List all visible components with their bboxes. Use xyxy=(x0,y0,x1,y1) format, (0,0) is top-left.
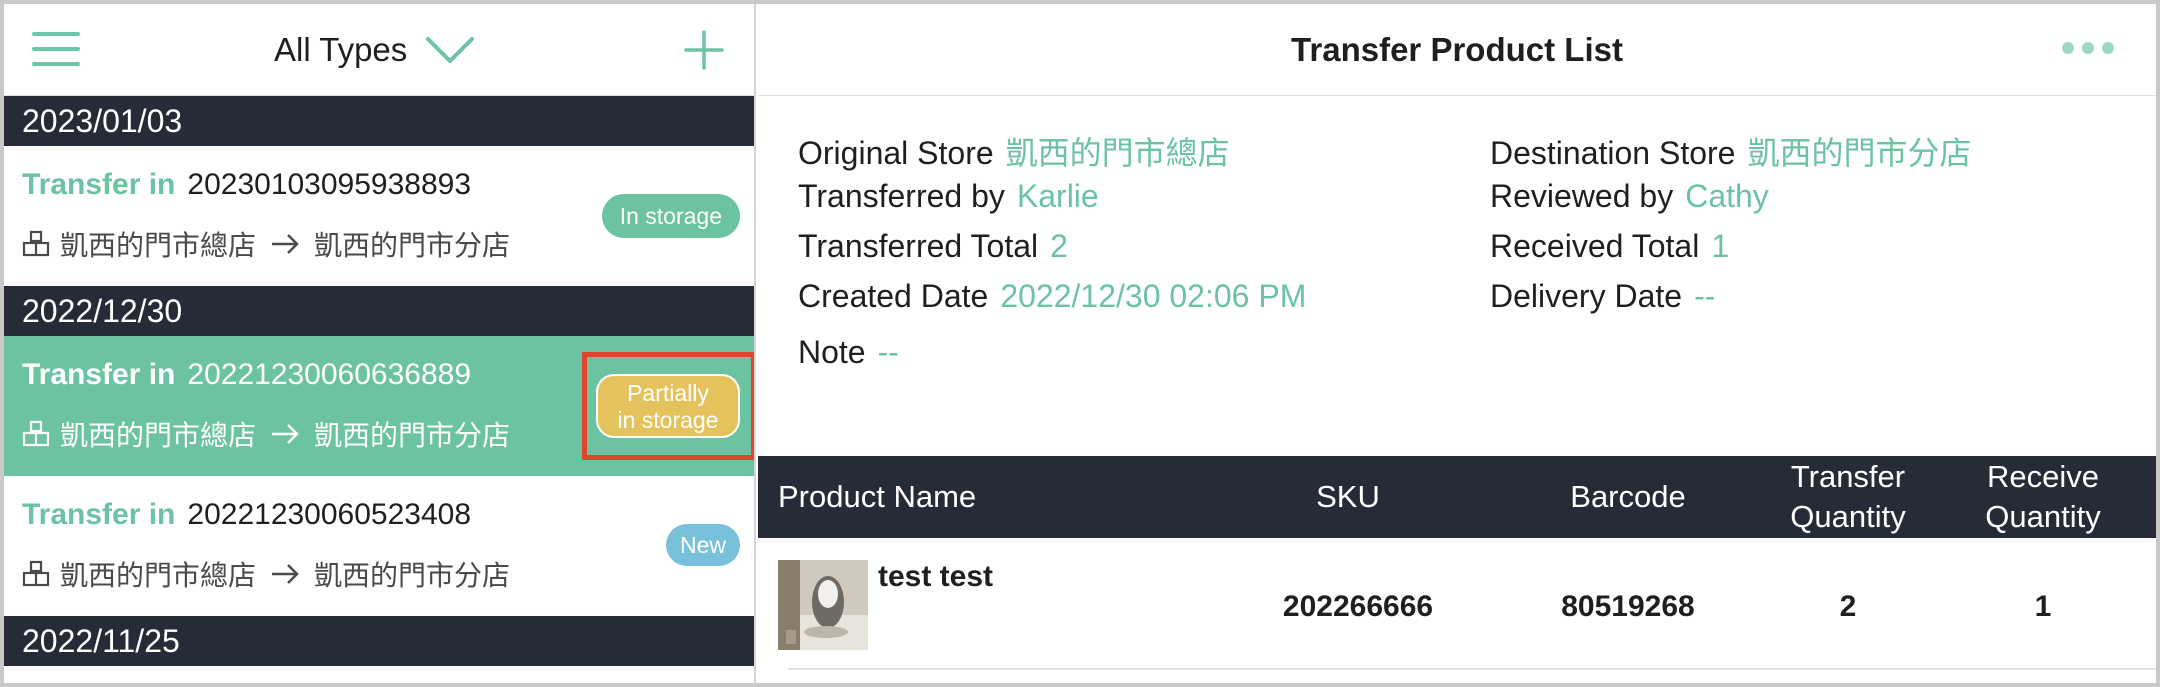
row-divider xyxy=(788,668,2156,670)
product-photo-icon xyxy=(778,560,868,650)
note-field: Note -- xyxy=(798,334,899,371)
product-name: test test xyxy=(878,560,994,593)
transfer-type: Transfer in xyxy=(22,358,176,391)
column-transfer-quantity-line1: Transfer xyxy=(1790,459,1906,494)
item-title: Transfer in 20221230060523408 xyxy=(22,498,471,532)
transferred-total-field: Transferred Total 2 xyxy=(798,228,1068,265)
reviewed-by-field: Reviewed by Cathy xyxy=(1490,178,1769,215)
detail-header: Transfer Product List xyxy=(758,4,2156,96)
date-group-header: 2023/01/03 xyxy=(4,96,754,146)
item-title: Transfer in 20230103095938893 xyxy=(22,168,471,202)
arrow-right-icon xyxy=(272,234,299,254)
transfer-quantity: 2 xyxy=(1839,590,1857,623)
product-table-header: Product Name SKU Barcode Transfer Quantit… xyxy=(758,456,2156,538)
destination-store-label: Destination Store xyxy=(1490,135,1736,171)
column-product-name: Product Name xyxy=(778,479,977,514)
transfer-type: Transfer in xyxy=(22,498,176,531)
product-sku: 202266666 xyxy=(1282,590,1434,623)
destination-store-value: 凱西的門市分店 xyxy=(1747,135,1972,171)
reviewed-by-value: Cathy xyxy=(1685,178,1769,214)
item-route: 凱西的門市總店 凱西的門市分店 xyxy=(22,554,510,594)
store-icon xyxy=(22,230,50,257)
to-store: 凱西的門市分店 xyxy=(314,230,511,261)
note-label: Note xyxy=(798,334,866,370)
date-group-header: 2022/11/25 xyxy=(4,616,754,666)
transferred-by-value: Karlie xyxy=(1016,178,1099,214)
received-total-value: 1 xyxy=(1711,228,1730,264)
receive-quantity: 1 xyxy=(2034,590,2052,623)
table-row[interactable]: test test 202266666 80519268 2 1 xyxy=(758,538,2156,668)
plus-icon[interactable] xyxy=(684,30,724,70)
column-receive-quantity-line2: Quantity xyxy=(1985,499,2101,534)
transfer-list-item[interactable]: Transfer in 20230103095938893 凱西的門市總店 凱西的… xyxy=(4,146,754,286)
item-route: 凱西的門市總店 凱西的門市分店 xyxy=(22,224,510,264)
received-total-label: Received Total xyxy=(1490,228,1700,264)
type-filter-label: All Types xyxy=(274,31,408,68)
product-thumbnail xyxy=(778,560,868,650)
transfer-type: Transfer in xyxy=(22,168,176,201)
created-date-field: Created Date 2022/12/30 02:06 PM xyxy=(798,278,1306,315)
transferred-by-field: Transferred by Karlie xyxy=(798,178,1099,215)
reviewed-by-label: Reviewed by xyxy=(1490,178,1674,214)
item-route: 凱西的門市總店 凱西的門市分店 xyxy=(22,414,510,454)
column-receive-quantity-line1: Receive xyxy=(1986,459,2099,494)
hamburger-menu-icon[interactable] xyxy=(32,32,80,66)
to-store: 凱西的門市分店 xyxy=(314,560,511,591)
transfer-list-item-selected[interactable]: Transfer in 20221230060636889 凱西的門市總店 凱西的… xyxy=(4,336,754,476)
from-store: 凱西的門市總店 xyxy=(60,560,257,591)
page-title: Transfer Product List xyxy=(1291,31,1623,68)
list-header: All Types xyxy=(4,4,754,96)
from-store: 凱西的門市總店 xyxy=(60,230,257,261)
type-filter-dropdown[interactable]: All Types xyxy=(274,24,475,76)
transfer-list-item[interactable]: Transfer in 20221230060523408 凱西的門市總店 凱西的… xyxy=(4,476,754,616)
column-transfer-quantity-line2: Quantity xyxy=(1790,499,1906,534)
received-total-field: Received Total 1 xyxy=(1490,228,1729,265)
destination-store-field: Destination Store 凱西的門市分店 xyxy=(1490,128,1971,174)
transfer-id: 20221230060523408 xyxy=(187,498,472,531)
delivery-date-value: -- xyxy=(1694,278,1716,314)
transfer-list-panel: All Types 2023/01/03 Transfer in 20230103… xyxy=(4,4,756,683)
note-value: -- xyxy=(877,334,899,370)
original-store-label: Original Store xyxy=(798,135,994,171)
product-barcode: 80519268 xyxy=(1561,590,1695,623)
transfer-id: 20221230060636889 xyxy=(187,358,472,391)
original-store-value: 凱西的門市總店 xyxy=(1005,135,1230,171)
status-badge: New xyxy=(665,524,740,566)
transferred-total-label: Transferred Total xyxy=(798,228,1039,264)
status-badge: In storage xyxy=(601,194,740,238)
transfer-id: 20230103095938893 xyxy=(187,168,472,201)
delivery-date-label: Delivery Date xyxy=(1490,278,1683,314)
arrow-right-icon xyxy=(272,424,299,444)
transfer-detail-panel: Transfer Product List Original Store 凱西的門… xyxy=(758,4,2156,683)
more-icon[interactable] xyxy=(2062,42,2114,56)
original-store-field: Original Store 凱西的門市總店 xyxy=(798,128,1230,174)
to-store: 凱西的門市分店 xyxy=(314,420,511,451)
date-group-header: 2022/12/30 xyxy=(4,286,754,336)
column-receive-quantity: Receive Quantity xyxy=(1953,456,2133,538)
created-date-label: Created Date xyxy=(798,278,989,314)
transferred-by-label: Transferred by xyxy=(798,178,1005,214)
column-transfer-quantity: Transfer Quantity xyxy=(1758,456,1938,538)
store-icon xyxy=(22,560,50,587)
column-barcode: Barcode xyxy=(1570,479,1686,514)
chevron-down-icon xyxy=(426,37,475,63)
arrow-right-icon xyxy=(272,564,299,584)
delivery-date-field: Delivery Date -- xyxy=(1490,278,1715,315)
highlight-box xyxy=(582,352,754,460)
column-sku: SKU xyxy=(1316,479,1380,514)
item-title: Transfer in 20221230060636889 xyxy=(22,358,471,392)
created-date-value: 2022/12/30 02:06 PM xyxy=(1000,278,1307,314)
store-icon xyxy=(22,420,50,447)
from-store: 凱西的門市總店 xyxy=(60,420,257,451)
transferred-total-value: 2 xyxy=(1050,228,1068,264)
